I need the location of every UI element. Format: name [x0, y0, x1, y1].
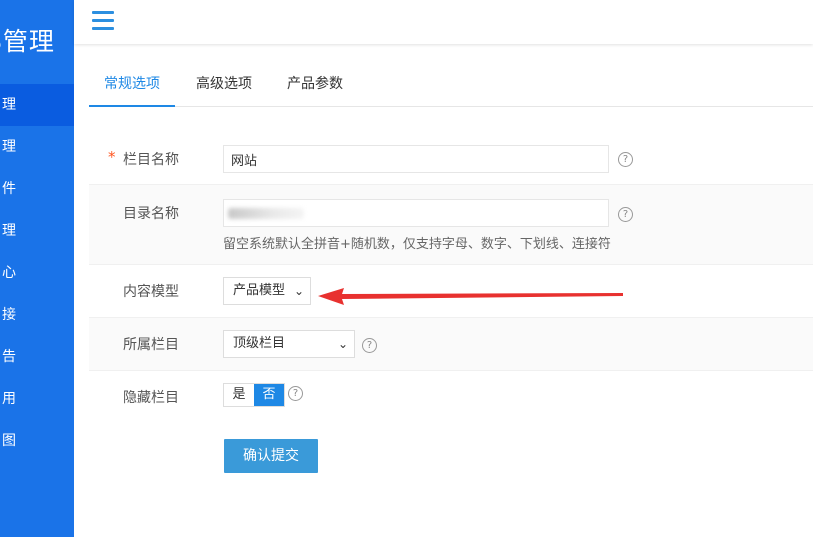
redacted-value [228, 208, 304, 219]
row-parent-column: 所属栏目 顶级栏目 ⌄ ? [89, 318, 813, 371]
row-directory-name: 目录名称 ? 留空系统默认全拼音+随机数，仅支持字母、数字、下划线、连接符 [89, 185, 813, 265]
parent-column-select[interactable]: 顶级栏目 ⌄ [223, 330, 355, 358]
sidebar-item-1[interactable]: 理 [0, 84, 74, 126]
directory-name-hint: 留空系统默认全拼音+随机数，仅支持字母、数字、下划线、连接符 [223, 237, 611, 252]
hidden-toggle: 是 否 [223, 383, 285, 407]
chevron-down-icon: ⌄ [337, 337, 348, 351]
sidebar-item-7[interactable]: 告 [0, 336, 74, 378]
menu-toggle-icon[interactable] [92, 11, 114, 31]
hidden-no-option[interactable]: 否 [254, 384, 284, 406]
sidebar-item-9[interactable]: 图 [0, 420, 74, 462]
red-arrow-annotation [318, 288, 623, 305]
sidebar-item-2[interactable]: 理 [0, 126, 74, 168]
submit-button[interactable]: 确认提交 [224, 439, 318, 473]
brand-title: S管理 [0, 27, 55, 56]
help-icon[interactable]: ? [288, 386, 303, 401]
help-icon[interactable]: ? [362, 338, 377, 353]
help-icon[interactable]: ? [618, 152, 633, 167]
sidebar-item-4[interactable]: 理 [0, 210, 74, 252]
help-icon[interactable]: ? [618, 207, 633, 222]
content-model-select[interactable]: 产品模型 ⌄ [223, 277, 311, 305]
hidden-yes-option[interactable]: 是 [224, 384, 254, 406]
column-name-label: 栏目名称 [123, 152, 179, 168]
row-hidden-column: 隐藏栏目 是 否 ? [89, 371, 813, 419]
tab-product-params[interactable]: 产品参数 [287, 63, 343, 105]
sidebar-item-6[interactable]: 接 [0, 294, 74, 336]
sidebar: S管理 理 理 件 理 心 接 告 用 图 [0, 0, 74, 537]
parent-column-label: 所属栏目 [123, 337, 179, 353]
directory-name-label: 目录名称 [123, 206, 179, 222]
chevron-down-icon: ⌄ [293, 284, 304, 298]
sidebar-item-5[interactable]: 心 [0, 252, 74, 294]
top-header [74, 0, 813, 44]
required-mark: * [108, 148, 116, 166]
content-model-label: 内容模型 [123, 284, 179, 300]
directory-name-input[interactable] [223, 199, 609, 227]
sidebar-item-8[interactable]: 用 [0, 378, 74, 420]
sidebar-item-3[interactable]: 件 [0, 168, 74, 210]
row-column-name: * 栏目名称 ? [89, 132, 813, 185]
hidden-column-label: 隐藏栏目 [123, 390, 179, 406]
tab-advanced[interactable]: 高级选项 [196, 63, 252, 105]
column-name-input[interactable] [223, 145, 609, 173]
tab-bar: 常规选项 高级选项 产品参数 [89, 63, 813, 107]
tab-general[interactable]: 常规选项 [89, 63, 175, 107]
